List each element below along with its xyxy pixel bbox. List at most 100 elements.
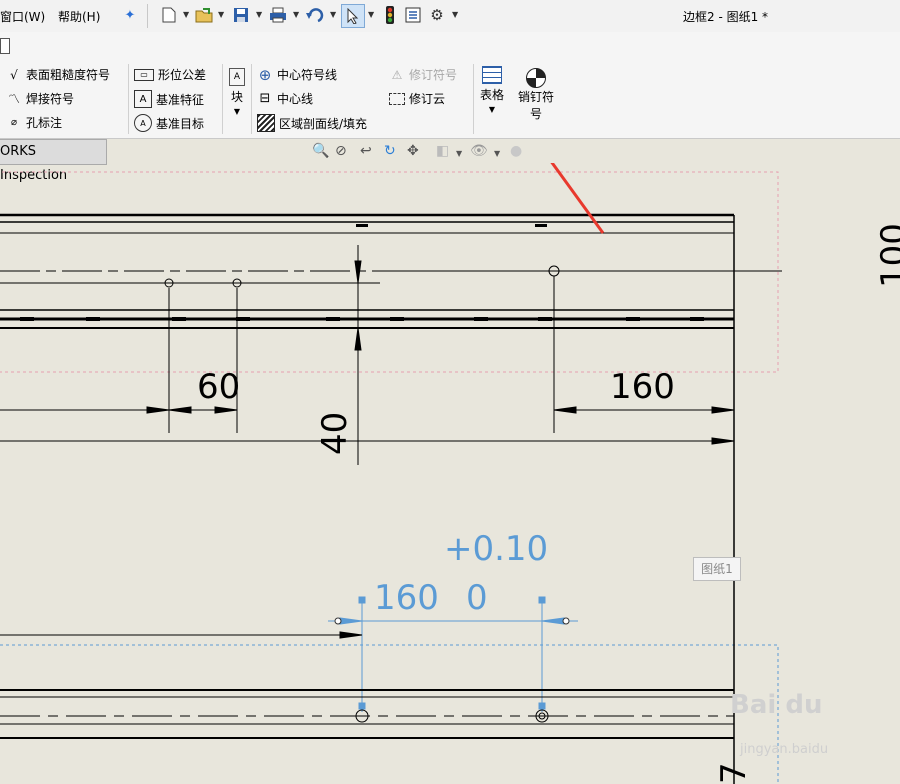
hole-callout-icon: ⌀	[10, 117, 18, 128]
datum-feature-icon: A	[134, 90, 152, 108]
appearance-icon[interactable]: ●	[510, 143, 522, 159]
weld-symbol-label: 焊接符号	[26, 92, 75, 106]
window-title: 边框2 - 图纸1 *	[683, 10, 769, 24]
datum-target-icon: A	[134, 114, 152, 132]
revision-symbol-icon: ⚠	[391, 67, 403, 82]
gtol-icon: ▭	[134, 68, 154, 81]
help-doc-icon[interactable]	[0, 38, 10, 54]
menu-help[interactable]: 帮助(H)	[58, 8, 100, 25]
rebuild-traffic-light-icon[interactable]	[381, 6, 399, 24]
centerline-button[interactable]: ⊟ 中心线	[257, 90, 313, 107]
annotation-command-manager: √ 表面粗糙度符号 〽 焊接符号 ⌀ 孔标注 ▭ 形位公差 A 基准特征 A 基…	[0, 60, 900, 139]
dowel-pin-label: 销钉符	[518, 90, 555, 104]
surface-finish-icon: √	[10, 67, 18, 82]
weld-symbol-button[interactable]: 〽 焊接符号	[6, 90, 74, 107]
select-pointer-icon[interactable]	[341, 4, 365, 28]
center-mark-label: 中心符号线	[277, 68, 338, 82]
dimension-100-partial-text: 100	[874, 223, 900, 288]
dimension-60-text: 60	[197, 367, 240, 407]
options-gear-icon[interactable]: ⚙	[428, 6, 446, 24]
leader-arrow	[0, 631, 363, 639]
view-border	[0, 171, 779, 373]
pan-icon[interactable]: ✥	[407, 143, 419, 159]
center-mark-button[interactable]: ⊕ 中心符号线	[257, 66, 338, 84]
datum-target-button[interactable]: A 基准目标	[134, 114, 204, 132]
group-separator	[222, 64, 223, 134]
tolerance-nominal-text[interactable]: 160	[374, 578, 439, 618]
dowel-pin-icon	[526, 68, 546, 88]
zoom-to-fit-icon[interactable]: 🔍	[312, 143, 329, 159]
block-button[interactable]: A 块 ▼	[229, 68, 245, 116]
hidden-line-marks	[20, 224, 704, 321]
dowel-pin-button[interactable]: 销钉符 号	[518, 68, 554, 122]
group-separator	[128, 64, 129, 134]
new-document-icon[interactable]	[160, 6, 178, 24]
weld-symbol-icon: 〽	[7, 92, 20, 106]
chevron-down-icon[interactable]: ▼	[489, 105, 495, 114]
dowel-pin-label-2: 号	[530, 107, 543, 121]
dimension-40-text: 40	[315, 412, 355, 455]
print-icon[interactable]	[269, 6, 287, 24]
view-selection-border	[0, 644, 779, 784]
block-label: 块	[230, 90, 243, 104]
revision-symbol-label: 修订符号	[409, 68, 458, 82]
area-hatch-label: 区域剖面线/填充	[279, 116, 368, 131]
previous-view-icon[interactable]: ↩	[360, 143, 372, 159]
revision-cloud-icon	[389, 92, 405, 105]
tolerance-lower-text[interactable]: 0	[466, 578, 488, 618]
chevron-down-icon[interactable]: ▼	[183, 10, 189, 19]
watermark-sub: jingyan.baidu	[740, 742, 829, 757]
chevron-down-icon[interactable]: ▼	[456, 149, 462, 158]
hole-marks	[164, 265, 560, 288]
selected-dimension-160-tolerance[interactable]	[328, 596, 578, 712]
part-outline-bottom	[0, 689, 734, 739]
menu-window[interactable]: 窗口(W)	[0, 8, 45, 25]
group-separator	[251, 64, 252, 134]
secondary-bar	[0, 32, 900, 61]
dimension-7-partial-text: 7	[714, 762, 754, 784]
rotate-view-icon[interactable]: ↻	[384, 143, 396, 159]
chevron-down-icon[interactable]: ▼	[218, 10, 224, 19]
revision-cloud-button[interactable]: 修订云	[389, 90, 445, 107]
gtol-button[interactable]: ▭ 形位公差	[134, 66, 206, 83]
datum-feature-label: 基准特征	[156, 92, 205, 107]
part-outline-top	[0, 213, 782, 784]
pin-icon[interactable]: ✦	[121, 6, 139, 24]
datum-feature-button[interactable]: A 基准特征	[134, 90, 204, 108]
centerline-icon: ⊟	[259, 91, 271, 106]
table-label: 表格	[480, 88, 505, 102]
chevron-down-icon[interactable]: ▼	[368, 10, 374, 19]
dimension-160[interactable]	[0, 276, 735, 445]
undo-icon[interactable]	[306, 6, 324, 24]
tab-inspection[interactable]: ORKS Inspection	[0, 139, 107, 183]
revision-cloud-label: 修订云	[409, 92, 446, 106]
gtol-label: 形位公差	[158, 68, 207, 82]
dimension-160-text: 160	[610, 367, 675, 407]
tolerance-upper-text[interactable]: +0.10	[444, 529, 548, 569]
chevron-down-icon[interactable]: ▼	[293, 10, 299, 19]
chevron-down-icon[interactable]: ▼	[234, 107, 240, 116]
hide-show-icon[interactable]: 👁	[470, 143, 488, 159]
chevron-down-icon[interactable]: ▼	[452, 10, 458, 19]
save-icon[interactable]	[232, 6, 250, 24]
hole-callout-label: 孔标注	[26, 116, 63, 130]
table-icon	[482, 66, 502, 84]
datum-target-label: 基准目标	[156, 116, 205, 131]
hole-callout-button[interactable]: ⌀ 孔标注	[6, 114, 62, 131]
chevron-down-icon[interactable]: ▼	[330, 10, 336, 19]
zoom-to-area-icon[interactable]: ⊘	[335, 143, 347, 159]
dimension-40[interactable]	[354, 245, 362, 465]
file-properties-icon[interactable]	[404, 6, 422, 24]
revision-symbol-button[interactable]: ⚠ 修订符号	[389, 66, 457, 83]
group-separator	[473, 64, 474, 134]
chevron-down-icon[interactable]: ▼	[494, 149, 500, 158]
sheet-label[interactable]: 图纸1	[693, 557, 741, 581]
display-style-icon[interactable]: ◧	[436, 143, 449, 159]
chevron-down-icon[interactable]: ▼	[256, 10, 262, 19]
centerline-label: 中心线	[277, 92, 314, 106]
watermark-logo: Bai du	[730, 690, 823, 720]
open-folder-icon[interactable]	[195, 6, 213, 24]
surface-finish-button[interactable]: √ 表面粗糙度符号	[6, 66, 110, 83]
area-hatch-button[interactable]: 区域剖面线/填充	[257, 114, 367, 132]
table-button[interactable]: 表格 ▼	[480, 66, 504, 114]
